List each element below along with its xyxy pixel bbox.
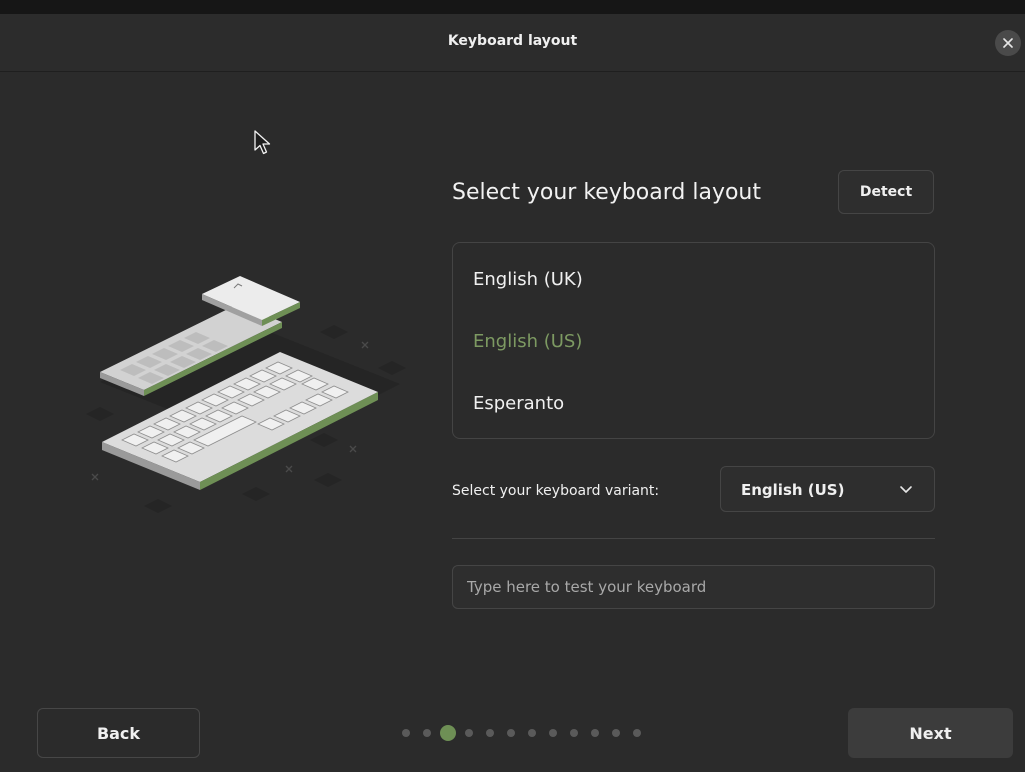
layout-item-esperanto[interactable]: Esperanto <box>473 393 564 414</box>
variant-selected-value: English (US) <box>741 481 845 499</box>
step-dot <box>612 729 620 737</box>
step-dot <box>570 729 578 737</box>
step-dot <box>591 729 599 737</box>
step-dot <box>402 729 410 737</box>
installer-window: Keyboard layout Select your keyboard lay… <box>0 14 1025 772</box>
screen-top-strip <box>0 0 1025 14</box>
step-dot <box>549 729 557 737</box>
variant-dropdown[interactable]: English (US) <box>720 466 935 512</box>
close-button[interactable] <box>995 30 1021 56</box>
keyboard-illustration <box>86 276 406 513</box>
section-divider <box>452 538 935 539</box>
step-dot-active <box>440 725 456 741</box>
step-dot <box>423 729 431 737</box>
layout-list[interactable]: English (UK) English (US) Esperanto <box>452 242 935 439</box>
step-indicator <box>402 724 654 742</box>
close-icon <box>1003 38 1013 48</box>
variant-label: Select your keyboard variant: <box>452 483 660 499</box>
title-bar: Keyboard layout <box>0 14 1025 72</box>
back-button[interactable]: Back <box>37 708 200 758</box>
step-dot <box>486 729 494 737</box>
page-heading: Select your keyboard layout <box>452 180 761 205</box>
window-title: Keyboard layout <box>447 33 578 49</box>
step-dot <box>507 729 515 737</box>
layout-item-english-uk[interactable]: English (UK) <box>473 269 583 290</box>
mouse-pointer-icon <box>254 130 271 155</box>
chevron-down-icon <box>900 486 912 493</box>
layout-item-english-us[interactable]: English (US) <box>473 331 582 352</box>
keyboard-test-input[interactable] <box>452 565 935 609</box>
next-button[interactable]: Next <box>848 708 1013 758</box>
detect-button[interactable]: Detect <box>838 170 934 214</box>
step-dot <box>633 729 641 737</box>
step-dot <box>528 729 536 737</box>
step-dot <box>465 729 473 737</box>
